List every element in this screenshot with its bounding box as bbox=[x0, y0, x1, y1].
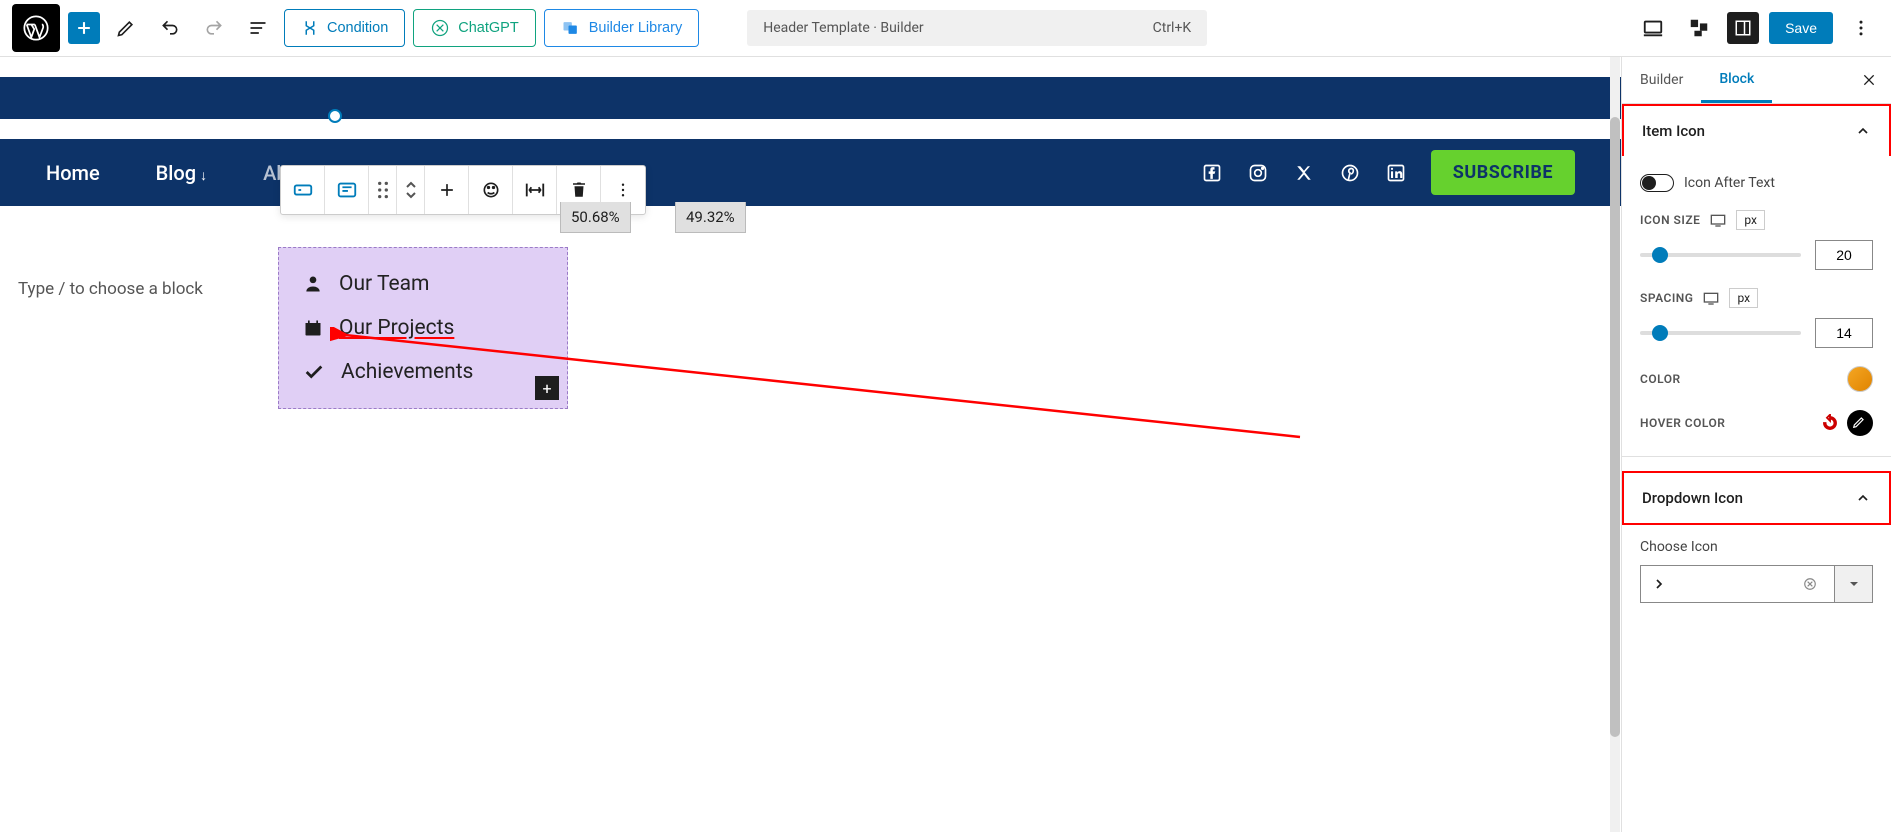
submenu-label: Our Projects bbox=[339, 316, 454, 340]
icon-size-label: ICON SIZE bbox=[1640, 213, 1700, 227]
person-icon bbox=[303, 274, 323, 294]
add-icon[interactable] bbox=[425, 166, 469, 214]
chevron-down-icon: ↓ bbox=[200, 168, 207, 184]
top-toolbar: Condition ChatGPT Builder Library Header… bbox=[0, 0, 1891, 57]
sidebar-tabs: Builder Block bbox=[1622, 57, 1891, 104]
color-swatch[interactable] bbox=[1847, 366, 1873, 392]
drag-handle-icon[interactable] bbox=[369, 166, 397, 214]
facebook-icon[interactable] bbox=[1201, 162, 1223, 184]
icon-size-input[interactable] bbox=[1815, 240, 1873, 270]
icon-preview[interactable] bbox=[1640, 565, 1835, 603]
condition-label: Condition bbox=[327, 20, 388, 36]
list-view-icon[interactable] bbox=[240, 10, 276, 46]
column-width-b: 49.32% bbox=[675, 202, 746, 233]
hover-color-label: HOVER COLOR bbox=[1640, 416, 1725, 430]
panel-title: Item Icon bbox=[1642, 122, 1705, 140]
hover-color-swatch[interactable] bbox=[1847, 410, 1873, 436]
tab-builder[interactable]: Builder bbox=[1622, 57, 1701, 103]
more-options-icon[interactable] bbox=[1843, 10, 1879, 46]
tab-block[interactable]: Block bbox=[1701, 57, 1772, 103]
nav-item-home[interactable]: Home bbox=[46, 161, 100, 185]
responsive-icon[interactable] bbox=[1703, 291, 1719, 305]
subscribe-button[interactable]: SUBSCRIBE bbox=[1431, 150, 1575, 195]
panel-title: Dropdown Icon bbox=[1642, 489, 1743, 507]
save-button[interactable]: Save bbox=[1769, 12, 1833, 44]
current-block-icon[interactable] bbox=[325, 166, 369, 214]
width-icon[interactable] bbox=[513, 166, 557, 214]
spacing-label: SPACING bbox=[1640, 291, 1693, 305]
builder-library-button[interactable]: Builder Library bbox=[544, 9, 700, 47]
submenu-label: Our Team bbox=[339, 272, 429, 296]
empty-block-placeholder[interactable]: Type / to choose a block bbox=[18, 279, 203, 299]
submenu-item[interactable]: Our Projects bbox=[279, 306, 567, 350]
editor-canvas[interactable]: Home Blog↓ About↓ Contact SUBSCRIBE bbox=[0, 57, 1621, 832]
document-title-bar[interactable]: Header Template · Builder Ctrl+K bbox=[747, 10, 1207, 46]
submenu-item[interactable]: Our Team bbox=[279, 262, 567, 306]
unit-selector[interactable]: px bbox=[1736, 210, 1765, 230]
nav-bar: Home Blog↓ About↓ Contact SUBSCRIBE bbox=[0, 139, 1621, 206]
edit-icon[interactable] bbox=[108, 10, 144, 46]
icon-size-slider[interactable] bbox=[1640, 253, 1801, 257]
redo-icon[interactable] bbox=[196, 10, 232, 46]
item-icon-header[interactable]: Item Icon bbox=[1624, 106, 1889, 156]
desktop-preview-icon[interactable] bbox=[1635, 10, 1671, 46]
structure-icon[interactable] bbox=[1681, 10, 1717, 46]
add-block-button[interactable] bbox=[68, 12, 100, 44]
close-icon[interactable] bbox=[1847, 72, 1891, 88]
submenu-dropdown[interactable]: Our Team Our Projects Achievements + bbox=[278, 247, 568, 409]
submenu-label: Achievements bbox=[341, 360, 473, 384]
icon-dropdown-button[interactable] bbox=[1835, 565, 1873, 603]
toggle-label: Icon After Text bbox=[1684, 175, 1775, 191]
choose-icon-section: Choose Icon bbox=[1622, 525, 1891, 617]
scrollbar-thumb[interactable] bbox=[1610, 117, 1620, 737]
chatgpt-label: ChatGPT bbox=[458, 20, 518, 36]
condition-button[interactable]: Condition bbox=[284, 9, 405, 47]
submenu-add-icon[interactable]: + bbox=[535, 376, 559, 400]
instagram-icon[interactable] bbox=[1247, 162, 1269, 184]
column-width-a: 50.68% bbox=[560, 202, 631, 233]
move-up-down-icon[interactable] bbox=[397, 166, 425, 214]
responsive-icon[interactable] bbox=[1710, 213, 1726, 227]
icon-after-text-toggle[interactable] bbox=[1640, 174, 1674, 192]
undo-icon[interactable] bbox=[152, 10, 188, 46]
reset-icon[interactable] bbox=[1821, 414, 1839, 432]
hero-section bbox=[0, 77, 1621, 119]
calendar-icon bbox=[303, 318, 323, 338]
clear-icon[interactable] bbox=[1796, 577, 1824, 591]
doc-title: Header Template · Builder bbox=[763, 20, 923, 36]
wordpress-logo-icon[interactable] bbox=[12, 4, 60, 52]
check-icon bbox=[303, 361, 325, 383]
library-label: Builder Library bbox=[589, 20, 683, 36]
submenu-item[interactable]: Achievements bbox=[279, 350, 567, 394]
choose-icon-label: Choose Icon bbox=[1640, 539, 1873, 555]
nav-item-blog[interactable]: Blog↓ bbox=[156, 161, 207, 185]
chevron-up-icon bbox=[1855, 123, 1871, 139]
x-twitter-icon[interactable] bbox=[1293, 162, 1315, 184]
chatgpt-button[interactable]: ChatGPT bbox=[413, 9, 535, 47]
color-label: COLOR bbox=[1640, 372, 1681, 386]
spacing-input[interactable] bbox=[1815, 318, 1873, 348]
parent-block-icon[interactable] bbox=[281, 166, 325, 214]
style-icon[interactable] bbox=[469, 166, 513, 214]
chevron-up-icon bbox=[1855, 490, 1871, 506]
spacing-slider[interactable] bbox=[1640, 331, 1801, 335]
shortcut-hint: Ctrl+K bbox=[1153, 20, 1192, 36]
pinterest-icon[interactable] bbox=[1339, 162, 1361, 184]
column-resize-handle-icon[interactable] bbox=[328, 109, 342, 123]
settings-panel-toggle[interactable] bbox=[1727, 12, 1759, 44]
settings-sidebar: Builder Block Item Icon Icon After Text … bbox=[1621, 57, 1891, 832]
unit-selector[interactable]: px bbox=[1729, 288, 1758, 308]
dropdown-icon-header[interactable]: Dropdown Icon bbox=[1624, 473, 1889, 523]
dropdown-icon-panel: Dropdown Icon bbox=[1622, 471, 1891, 525]
item-icon-panel: Item Icon bbox=[1622, 104, 1891, 156]
linkedin-icon[interactable] bbox=[1385, 162, 1407, 184]
